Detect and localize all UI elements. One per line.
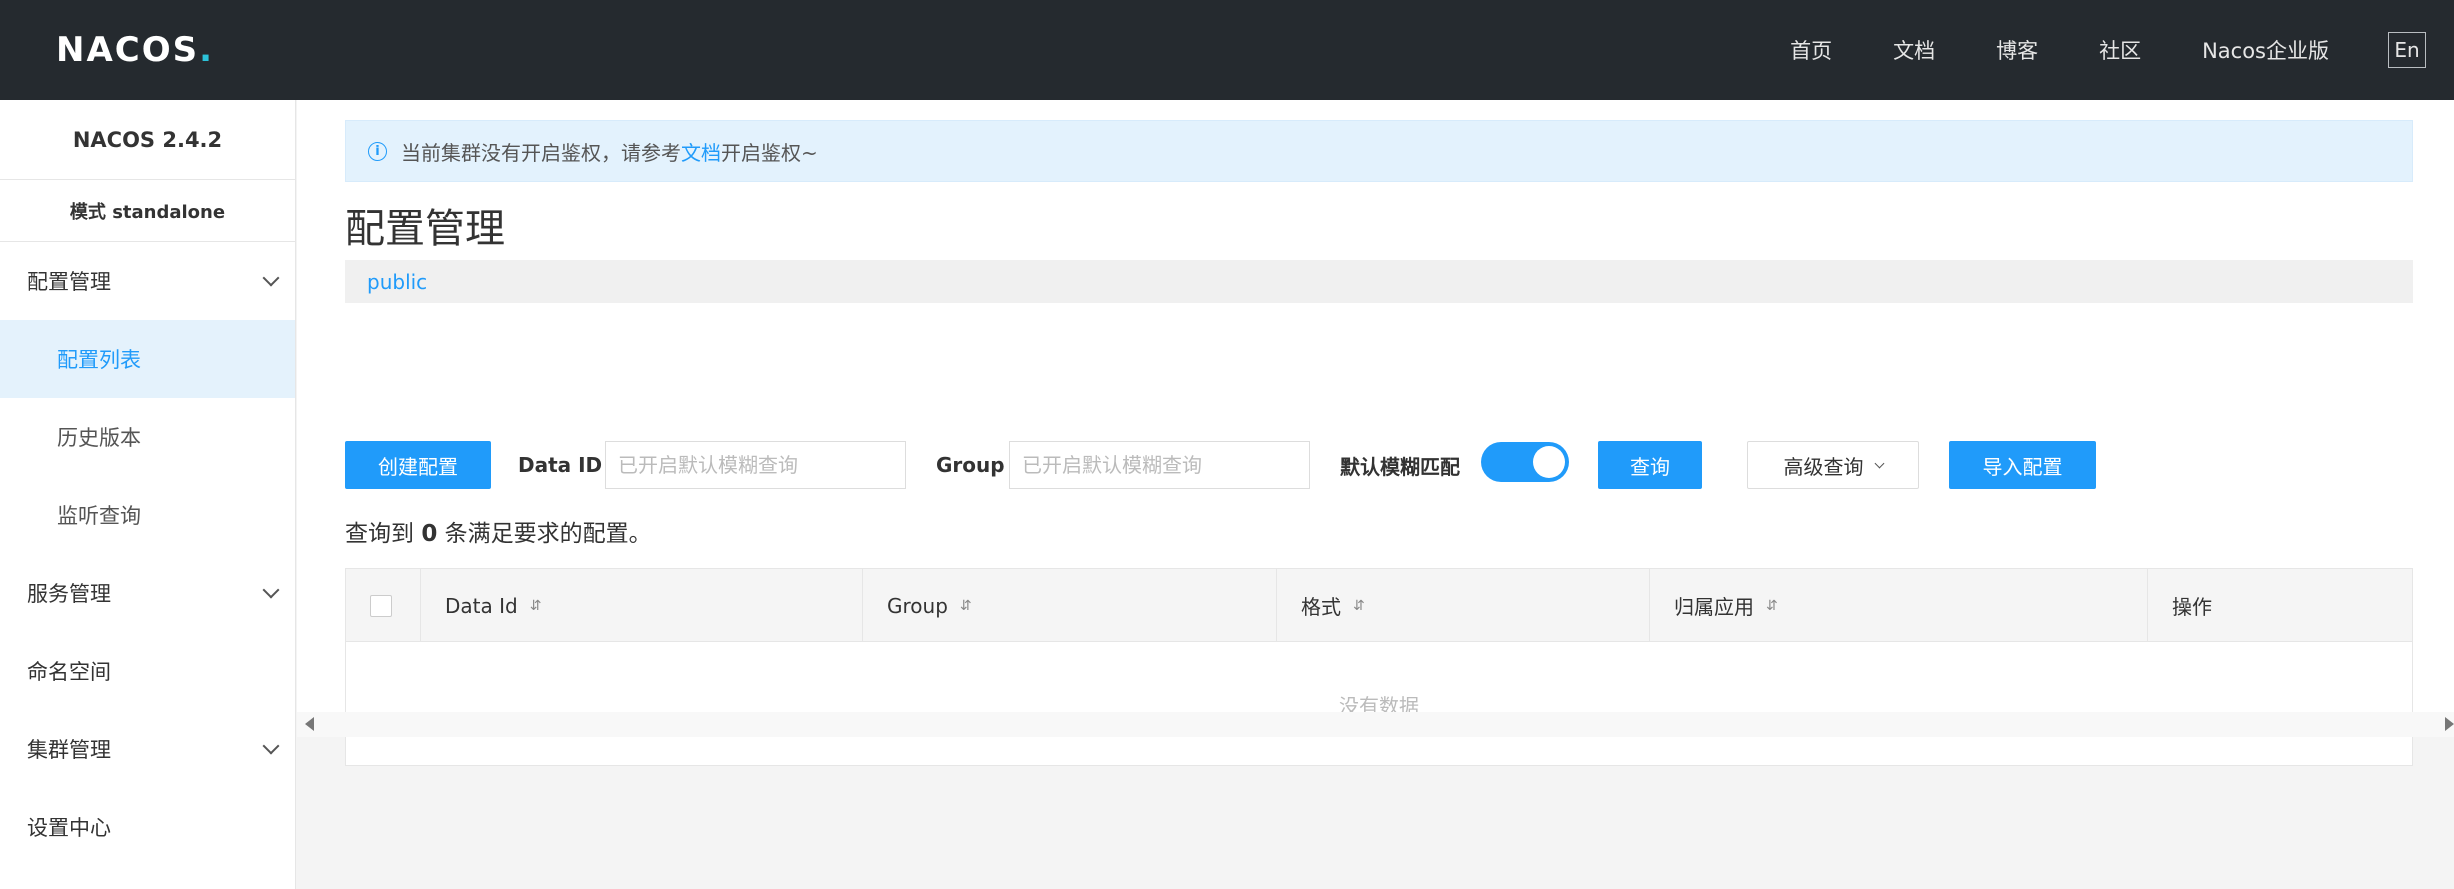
sidebar-item-label: 历史版本 <box>57 426 141 450</box>
chevron-down-icon <box>262 581 280 599</box>
sidebar-mode: 模式 standalone <box>0 180 295 242</box>
sidebar-item-label: 配置列表 <box>57 348 141 372</box>
import-config-button[interactable]: 导入配置 <box>1949 441 2096 489</box>
sidebar-item-label: 命名空间 <box>27 660 111 684</box>
sidebar-item-namespace[interactable]: 命名空间 <box>0 632 295 710</box>
sidebar-version: NACOS 2.4.2 <box>0 100 295 180</box>
search-toolbar: 创建配置 Data ID Group 默认模糊匹配 查询 高级查询 导入配置 <box>345 441 2413 489</box>
column-group[interactable]: Group ⇵ <box>863 569 1277 642</box>
group-label: Group <box>936 453 1005 477</box>
fuzzy-match-label: 默认模糊匹配 <box>1340 454 1460 479</box>
select-all-checkbox[interactable] <box>370 594 392 617</box>
column-format[interactable]: 格式 ⇵ <box>1277 569 1650 642</box>
result-prefix: 查询到 <box>345 521 414 547</box>
namespace-public[interactable]: public <box>367 270 427 294</box>
query-button[interactable]: 查询 <box>1598 441 1702 489</box>
nav-docs[interactable]: 文档 <box>1893 35 1935 65</box>
namespace-bar: public <box>345 260 2413 303</box>
info-icon: i <box>368 141 387 161</box>
create-config-button[interactable]: 创建配置 <box>345 441 491 489</box>
advanced-query-button[interactable]: 高级查询 <box>1747 441 1919 489</box>
sidebar-item-service-management[interactable]: 服务管理 <box>0 554 295 632</box>
horizontal-scrollbar[interactable] <box>297 712 2454 737</box>
group-input[interactable] <box>1009 441 1310 489</box>
table-empty-state: 没有数据 <box>1339 693 1419 718</box>
result-summary: 查询到 0 条满足要求的配置。 <box>345 514 652 548</box>
nav-home[interactable]: 首页 <box>1790 35 1832 65</box>
sidebar-item-label: 设置中心 <box>27 816 111 840</box>
result-suffix: 条满足要求的配置。 <box>444 521 652 547</box>
table-header: Data Id ⇵ Group ⇵ 格式 ⇵ 归属应用 ⇵ 操作 <box>346 569 2412 642</box>
logo-dot: . <box>199 30 213 70</box>
chevron-down-icon <box>262 737 280 755</box>
scroll-right-arrow-icon[interactable] <box>2445 717 2454 731</box>
advanced-query-label: 高级查询 <box>1783 454 1864 479</box>
top-nav: 首页 文档 博客 社区 Nacos企业版 En <box>1790 0 2454 100</box>
chevron-down-icon <box>1874 458 1884 468</box>
data-id-input[interactable] <box>605 441 906 489</box>
data-id-label: Data ID <box>518 453 603 477</box>
notice-docs-link[interactable]: 文档 <box>681 137 721 166</box>
result-count: 0 <box>421 521 438 547</box>
notice-prefix: 当前集群没有开启鉴权，请参考 <box>401 140 681 165</box>
main-content: i 当前集群没有开启鉴权，请参考 文档 开启鉴权~ 配置管理 public 创建配置… <box>297 100 2454 889</box>
sidebar-item-label: 监听查询 <box>57 504 141 528</box>
nav-enterprise[interactable]: Nacos企业版 <box>2202 35 2329 65</box>
sidebar-item-config-management[interactable]: 配置管理 <box>0 242 295 320</box>
sidebar-item-label: 集群管理 <box>27 738 111 762</box>
page-title: 配置管理 <box>345 206 505 252</box>
scroll-left-arrow-icon[interactable] <box>305 717 314 731</box>
auth-notice: i 当前集群没有开启鉴权，请参考 文档 开启鉴权~ <box>345 120 2413 182</box>
notice-suffix: 开启鉴权~ <box>721 140 818 165</box>
sidebar-item-config-list[interactable]: 配置列表 <box>0 320 295 398</box>
select-all-cell <box>346 569 421 642</box>
chevron-down-icon <box>262 269 280 287</box>
top-navbar: NACOS. 首页 文档 博客 社区 Nacos企业版 En <box>0 0 2454 100</box>
sidebar: NACOS 2.4.2 模式 standalone 配置管理 配置列表 历史版本… <box>0 100 296 889</box>
column-label: Data Id <box>445 593 518 618</box>
sort-icon[interactable]: ⇵ <box>1766 598 1778 614</box>
sidebar-item-cluster-management[interactable]: 集群管理 <box>0 710 295 788</box>
column-data-id[interactable]: Data Id ⇵ <box>421 569 863 642</box>
column-actions: 操作 <box>2148 569 2412 642</box>
toggle-knob <box>1533 446 1565 478</box>
nav-blog[interactable]: 博客 <box>1996 35 2038 65</box>
sort-icon[interactable]: ⇵ <box>960 598 972 614</box>
sidebar-item-label: 服务管理 <box>27 582 111 606</box>
logo-text: NACOS <box>56 30 200 70</box>
column-app[interactable]: 归属应用 ⇵ <box>1650 569 2148 642</box>
column-label: Group <box>887 593 948 618</box>
nacos-logo[interactable]: NACOS. <box>56 30 213 70</box>
sort-icon[interactable]: ⇵ <box>530 598 542 614</box>
language-switch-button[interactable]: En <box>2388 32 2426 68</box>
column-label: 操作 <box>2172 595 2212 619</box>
sort-icon[interactable]: ⇵ <box>1353 598 1365 614</box>
nav-community[interactable]: 社区 <box>2099 35 2141 65</box>
sidebar-item-label: 配置管理 <box>27 270 111 294</box>
sidebar-item-history[interactable]: 历史版本 <box>0 398 295 476</box>
fuzzy-match-toggle[interactable] <box>1481 442 1569 482</box>
column-label: 格式 <box>1301 595 1341 619</box>
column-label: 归属应用 <box>1674 595 1754 619</box>
sidebar-item-settings[interactable]: 设置中心 <box>0 788 295 866</box>
sidebar-item-listener-query[interactable]: 监听查询 <box>0 476 295 554</box>
